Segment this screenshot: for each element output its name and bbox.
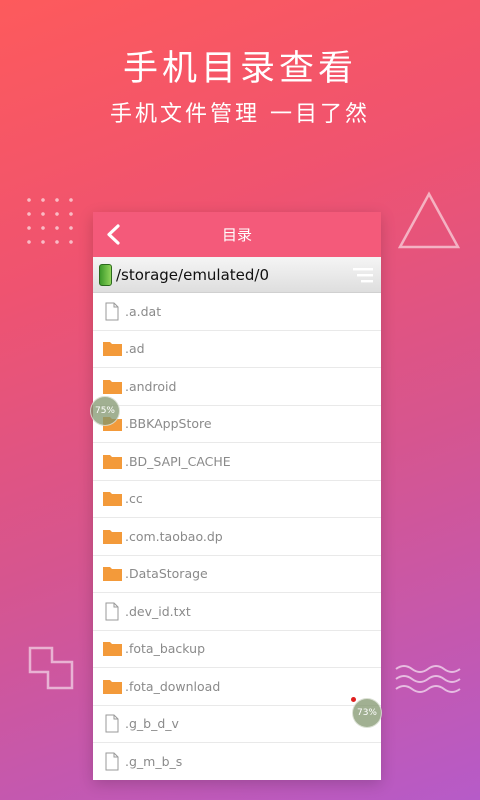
path-bar: /storage/emulated/0 — [93, 257, 381, 293]
file-name: .dev_id.txt — [125, 603, 191, 619]
progress-badge-left: 75% — [90, 396, 120, 426]
file-row[interactable]: .dev_id.txt — [93, 593, 381, 631]
folder-icon — [97, 640, 127, 657]
file-name: .fota_backup — [125, 641, 206, 657]
file-row[interactable]: .g_b_d_v — [93, 706, 381, 743]
phone-screen: 目录 /storage/emulated/0 .a.dat .ad .android… — [93, 212, 381, 780]
file-row[interactable]: .BD_SAPI_CACHE — [93, 443, 381, 481]
file-name: .com.taobao.dp — [125, 528, 223, 544]
sort-icon[interactable] — [351, 265, 375, 285]
file-name: .android — [125, 378, 177, 394]
file-name: .cc — [125, 491, 143, 507]
folder-icon — [97, 678, 127, 695]
folder-icon — [97, 528, 127, 545]
dot-grid-decoration — [22, 193, 82, 253]
file-icon — [97, 602, 127, 621]
file-name: .BD_SAPI_CACHE — [125, 453, 231, 469]
file-row[interactable]: .DataStorage — [93, 556, 381, 593]
file-name: .g_m_b_s — [125, 753, 183, 769]
hero-title: 手机目录查看 — [122, 49, 357, 89]
file-row[interactable]: .com.taobao.dp — [93, 518, 381, 556]
folder-icon — [97, 340, 127, 357]
file-name: .ad — [125, 341, 145, 357]
header-title: 目录 — [221, 226, 252, 244]
hero-subtitle: 手机文件管理 一目了然 — [110, 102, 370, 127]
progress-badge-right: 73% — [352, 698, 382, 728]
file-row[interactable]: .fota_backup — [93, 631, 381, 668]
file-list: .a.dat .ad .android .BBKAppStore .BD_SAPI_CA… — [93, 293, 381, 780]
file-name: .fota_download — [125, 678, 221, 694]
folder-icon — [97, 490, 127, 507]
file-row[interactable]: .BBKAppStore — [93, 406, 381, 443]
file-row[interactable]: .a.dat — [93, 293, 381, 331]
file-icon — [97, 714, 127, 733]
triangle-decoration — [397, 191, 461, 249]
file-icon — [97, 302, 127, 321]
file-name: .a.dat — [125, 303, 162, 319]
file-row[interactable]: .android — [93, 368, 381, 406]
notification-dot — [351, 697, 356, 702]
file-name: .g_b_d_v — [125, 716, 179, 732]
file-name: .DataStorage — [125, 566, 208, 582]
file-row[interactable]: .g_m_b_s — [93, 743, 381, 780]
file-row[interactable]: .cc — [93, 481, 381, 518]
folder-icon — [97, 378, 127, 395]
current-path: /storage/emulated/0 — [116, 265, 270, 284]
file-name: .BBKAppStore — [125, 416, 212, 432]
folder-icon — [97, 453, 127, 470]
app-header: 目录 — [93, 212, 381, 257]
folder-icon — [97, 565, 127, 582]
file-row[interactable]: .ad — [93, 331, 381, 368]
squares-decoration — [28, 646, 74, 690]
file-icon — [97, 752, 127, 771]
battery-icon — [99, 263, 112, 286]
waves-decoration — [395, 665, 461, 693]
file-row[interactable]: .fota_download — [93, 668, 381, 706]
chevron-left-icon[interactable] — [103, 221, 125, 248]
